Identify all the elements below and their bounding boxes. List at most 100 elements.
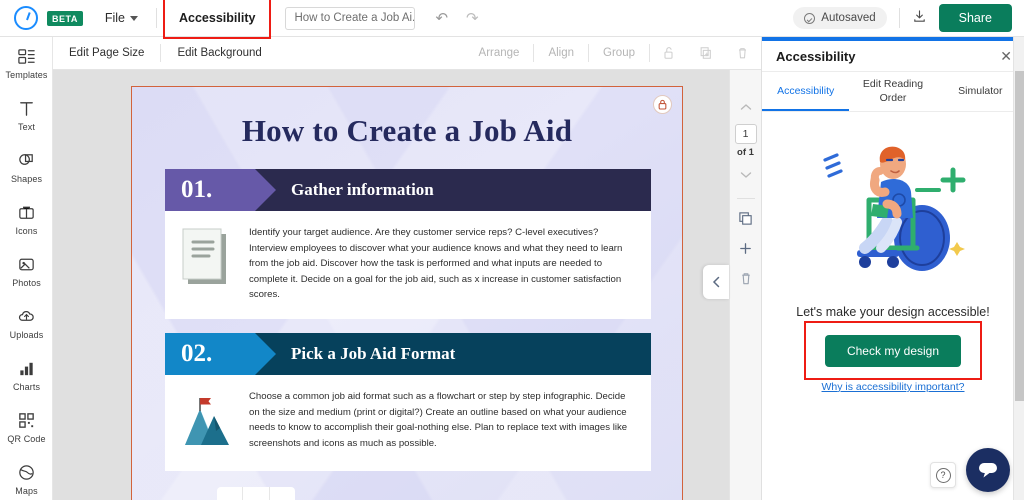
sidebar-label-qrcode: QR Code [7, 434, 45, 444]
step-header-1: 01. Gather information [165, 169, 651, 211]
file-menu[interactable]: File [99, 7, 144, 29]
design-title-input[interactable]: How to Create a Job Ai... [285, 7, 415, 30]
sidebar-item-maps[interactable]: Maps [0, 453, 53, 500]
panel-header: Accessibility ✕ [762, 41, 1024, 72]
step-title-2: Pick a Job Aid Format [291, 344, 455, 364]
tab-edit-reading-order[interactable]: Edit Reading Order [849, 72, 936, 111]
sidebar-item-qrcode[interactable]: QR Code [0, 401, 53, 453]
step-header-2: 02. Pick a Job Aid Format [165, 333, 651, 375]
sidebar-item-text[interactable]: Text [0, 89, 53, 141]
window-scrollbar-thumb[interactable] [1015, 71, 1024, 401]
sidebar-item-photos[interactable]: Photos [0, 245, 53, 297]
app-root: BETA File Accessibility How to Create a … [0, 0, 1024, 500]
secondary-toolbar: Edit Page Size Edit Background Arrange A… [53, 37, 761, 70]
page-count-label: of 1 [737, 147, 754, 158]
wheelchair-person-illustration [762, 138, 1024, 288]
unlock-icon[interactable] [650, 46, 687, 60]
topbar-right-group: Autosaved Share [793, 4, 1024, 32]
canvas-bottom-strip-cell[interactable] [217, 487, 243, 500]
sidebar-item-icons[interactable]: Icons [0, 193, 53, 245]
why-accessibility-link[interactable]: Why is accessibility important? [762, 381, 1024, 393]
undo-redo-group: ↶ ↷ [435, 11, 478, 26]
check-button-wrap: Check my design [762, 335, 1024, 367]
undo-icon[interactable]: ↶ [435, 11, 448, 26]
window-scrollbar[interactable] [1013, 37, 1024, 500]
redo-icon[interactable]: ↷ [466, 11, 479, 26]
trash-icon[interactable] [724, 46, 761, 60]
icons-icon [17, 202, 36, 223]
qrcode-icon [17, 410, 36, 431]
toolbar-divider [156, 8, 157, 28]
page-nav-strip: 1 of 1 [729, 70, 761, 500]
share-button[interactable]: Share [939, 4, 1012, 32]
sidebar-item-shapes[interactable]: Shapes [0, 141, 53, 193]
panel-tabs: Accessibility Edit Reading Order Simulat… [762, 72, 1024, 112]
download-icon[interactable] [912, 9, 927, 28]
duplicate-page-icon[interactable] [733, 203, 759, 233]
chevron-up-icon[interactable] [733, 94, 759, 120]
sidebar-item-uploads[interactable]: Uploads [0, 297, 53, 349]
page-lock-icon[interactable] [653, 95, 672, 114]
panel-title: Accessibility [776, 49, 856, 64]
arrange-button[interactable]: Arrange [465, 47, 534, 59]
subbar-right-group: Arrange Align Group [465, 44, 761, 62]
page-nav-divider [737, 198, 755, 199]
sidebar-label-text: Text [18, 122, 35, 132]
topbar-divider-2 [899, 8, 900, 28]
canvas-area[interactable]: How to Create a Job Aid 01. Gather infor… [53, 70, 761, 500]
accessibility-panel: Accessibility ✕ Accessibility Edit Readi… [761, 37, 1024, 500]
left-sidebar: Templates Text Shapes Icons Photos [0, 37, 53, 500]
step-body-2: Choose a common job aid format such as a… [165, 375, 651, 471]
maps-icon [17, 462, 36, 483]
group-button[interactable]: Group [589, 47, 649, 59]
panel-body: Let's make your design accessible! Check… [762, 112, 1024, 495]
sidebar-item-templates[interactable]: Templates [0, 37, 53, 89]
step-number-1: 01. [165, 169, 255, 211]
sidebar-label-charts: Charts [13, 382, 40, 392]
top-toolbar: BETA File Accessibility How to Create a … [0, 0, 1024, 37]
autosaved-status: Autosaved [793, 7, 886, 29]
align-button[interactable]: Align [534, 47, 588, 59]
uploads-icon [17, 306, 36, 327]
close-icon[interactable]: ✕ [1000, 49, 1012, 63]
help-question-icon: ? [936, 468, 951, 483]
tab-simulator[interactable]: Simulator [937, 72, 1024, 111]
edit-background-button[interactable]: Edit Background [161, 47, 277, 59]
step-text-1: Identify your target audience. Are they … [249, 225, 635, 303]
duplicate-icon[interactable] [687, 46, 724, 60]
chat-button[interactable] [966, 448, 1010, 492]
sidebar-label-uploads: Uploads [10, 330, 44, 340]
accessibility-button[interactable]: Accessibility [169, 5, 265, 31]
canvas-bottom-strip-cell[interactable] [270, 487, 295, 500]
help-button[interactable]: ? [930, 462, 956, 488]
step-number-2: 02. [165, 333, 255, 375]
edit-page-size-button[interactable]: Edit Page Size [53, 47, 160, 59]
page-title: How to Create a Job Aid [132, 113, 682, 149]
check-circle-icon [804, 13, 815, 24]
sidebar-label-maps: Maps [15, 486, 37, 496]
canvas-bottom-strip-cell[interactable] [243, 487, 269, 500]
shapes-icon [17, 150, 36, 171]
design-page[interactable]: How to Create a Job Aid 01. Gather infor… [131, 86, 683, 500]
photos-icon [17, 254, 36, 275]
file-menu-label: File [105, 11, 125, 25]
check-my-design-button[interactable]: Check my design [825, 335, 961, 367]
canvas-bottom-strip[interactable] [217, 487, 295, 500]
sidebar-label-photos: Photos [12, 278, 41, 288]
step-card-2[interactable]: 02. Pick a Job Aid Format [165, 333, 651, 471]
tab-accessibility[interactable]: Accessibility [762, 72, 849, 111]
document-icon [179, 225, 235, 291]
step-card-1[interactable]: 01. Gather information Identify your tar… [165, 169, 651, 319]
text-icon [17, 98, 36, 119]
beta-badge: BETA [47, 11, 83, 26]
add-page-icon[interactable] [733, 233, 759, 263]
step-body-1: Identify your target audience. Are they … [165, 211, 651, 319]
page-number-input[interactable]: 1 [735, 124, 757, 144]
panel-collapse-button[interactable] [703, 265, 729, 299]
delete-page-icon[interactable] [733, 263, 759, 293]
venngage-logo[interactable] [14, 6, 38, 30]
chevron-down-icon[interactable] [733, 162, 759, 188]
panel-message: Let's make your design accessible! [762, 304, 1024, 321]
sidebar-item-charts[interactable]: Charts [0, 349, 53, 401]
autosaved-label: Autosaved [821, 12, 875, 24]
